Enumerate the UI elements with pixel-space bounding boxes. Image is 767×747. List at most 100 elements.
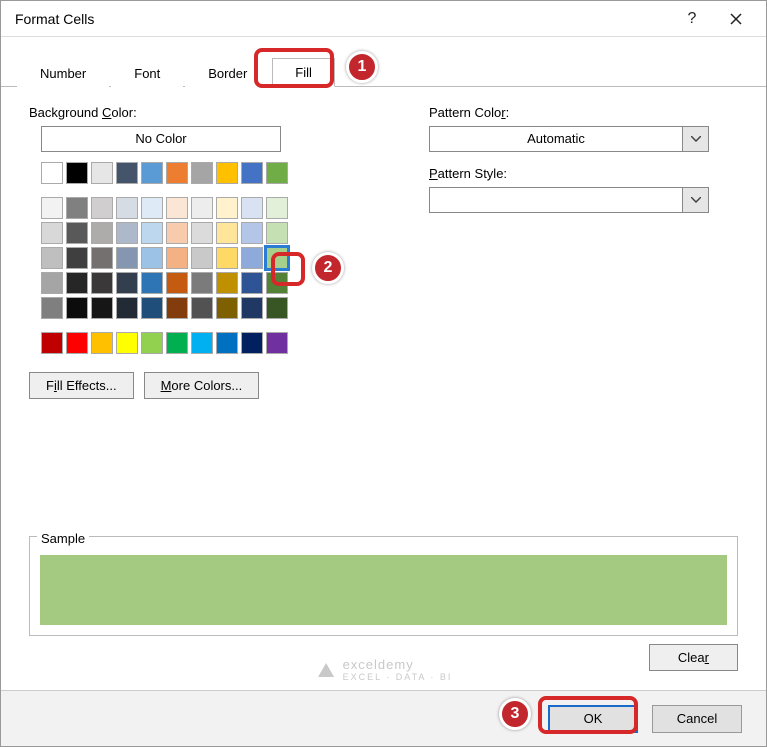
color-swatch[interactable] (266, 197, 288, 219)
pattern-color-dropdown[interactable]: Automatic (429, 126, 709, 152)
color-swatch[interactable] (166, 222, 188, 244)
sample-label: Sample (37, 531, 89, 546)
color-swatch[interactable] (141, 332, 163, 354)
pattern-style-dropdown[interactable] (429, 187, 709, 213)
left-column: Background Color: No Color Fill Effects.… (29, 105, 389, 399)
content-area: Background Color: No Color Fill Effects.… (1, 87, 766, 399)
color-swatch[interactable] (216, 332, 238, 354)
color-swatch[interactable] (241, 332, 263, 354)
chevron-down-icon (683, 187, 709, 213)
color-swatch[interactable] (166, 272, 188, 294)
color-swatch[interactable] (116, 162, 138, 184)
color-swatch[interactable] (116, 332, 138, 354)
ok-button[interactable]: OK (548, 705, 638, 733)
watermark-subtext: EXCEL · DATA · BI (343, 672, 453, 682)
color-swatch[interactable] (116, 247, 138, 269)
color-swatch[interactable] (66, 247, 88, 269)
help-button[interactable]: ? (670, 5, 714, 33)
more-colors-button[interactable]: More Colors... (144, 372, 260, 399)
color-swatch[interactable] (241, 272, 263, 294)
color-swatch[interactable] (91, 247, 113, 269)
color-swatch[interactable] (41, 297, 63, 319)
color-swatch[interactable] (191, 332, 213, 354)
color-swatch[interactable] (266, 222, 288, 244)
color-swatch[interactable] (216, 272, 238, 294)
tab-font[interactable]: Font (111, 59, 183, 87)
color-swatch[interactable] (141, 162, 163, 184)
right-column: Pattern Color: Automatic Pattern Style: (429, 105, 738, 399)
color-swatch[interactable] (91, 332, 113, 354)
color-swatch[interactable] (166, 197, 188, 219)
color-swatch[interactable] (91, 197, 113, 219)
color-swatch[interactable] (216, 222, 238, 244)
tab-border[interactable]: Border (185, 59, 270, 87)
color-swatch[interactable] (241, 247, 263, 269)
color-swatch[interactable] (241, 222, 263, 244)
no-color-button[interactable]: No Color (41, 126, 281, 152)
color-swatch[interactable] (191, 297, 213, 319)
color-swatch[interactable] (216, 162, 238, 184)
color-swatch[interactable] (166, 247, 188, 269)
tab-strip: Number Font Border Fill (1, 37, 766, 87)
dialog-footer: OK Cancel (1, 690, 766, 746)
color-swatch[interactable] (241, 162, 263, 184)
color-swatch[interactable] (166, 162, 188, 184)
color-swatch[interactable] (166, 332, 188, 354)
color-swatch[interactable] (241, 297, 263, 319)
color-swatch[interactable] (191, 197, 213, 219)
color-swatch[interactable] (216, 197, 238, 219)
color-swatch[interactable] (91, 222, 113, 244)
chevron-down-icon (683, 126, 709, 152)
bg-color-label: Background Color: (29, 105, 389, 120)
clear-button[interactable]: Clear (649, 644, 738, 671)
cancel-button[interactable]: Cancel (652, 705, 742, 733)
color-swatch[interactable] (91, 272, 113, 294)
sample-fill (40, 555, 727, 625)
color-swatch[interactable] (141, 272, 163, 294)
color-swatch[interactable] (66, 297, 88, 319)
color-swatch[interactable] (141, 297, 163, 319)
color-swatch[interactable] (191, 247, 213, 269)
color-swatch[interactable] (41, 332, 63, 354)
color-swatch[interactable] (116, 297, 138, 319)
annotation-badge-3: 3 (499, 698, 531, 730)
color-swatch[interactable] (41, 222, 63, 244)
color-swatch[interactable] (166, 297, 188, 319)
tab-fill[interactable]: Fill (272, 58, 335, 87)
fill-effects-button[interactable]: Fill Effects... (29, 372, 134, 399)
color-swatch[interactable] (116, 222, 138, 244)
close-button[interactable] (714, 5, 758, 33)
color-swatch[interactable] (266, 247, 288, 269)
color-swatch[interactable] (216, 247, 238, 269)
color-swatch[interactable] (266, 332, 288, 354)
color-swatch[interactable] (191, 272, 213, 294)
color-swatch[interactable] (266, 162, 288, 184)
color-swatch[interactable] (116, 272, 138, 294)
color-swatch[interactable] (41, 247, 63, 269)
sample-area: Sample Clear (29, 521, 738, 665)
color-swatch[interactable] (266, 272, 288, 294)
color-swatch[interactable] (66, 272, 88, 294)
color-swatch[interactable] (66, 332, 88, 354)
color-swatch[interactable] (116, 197, 138, 219)
sample-box (29, 536, 738, 636)
color-swatch[interactable] (266, 297, 288, 319)
color-swatch[interactable] (41, 162, 63, 184)
color-swatch[interactable] (91, 162, 113, 184)
pattern-color-value: Automatic (429, 126, 683, 152)
close-icon (730, 13, 742, 25)
color-swatch[interactable] (91, 297, 113, 319)
color-swatch[interactable] (66, 197, 88, 219)
color-swatch[interactable] (191, 162, 213, 184)
color-swatch[interactable] (191, 222, 213, 244)
color-swatch[interactable] (141, 197, 163, 219)
color-swatch[interactable] (241, 197, 263, 219)
color-swatch[interactable] (216, 297, 238, 319)
color-swatch[interactable] (66, 222, 88, 244)
color-swatch[interactable] (41, 197, 63, 219)
tab-number[interactable]: Number (17, 59, 109, 87)
color-swatch[interactable] (141, 247, 163, 269)
color-swatch[interactable] (66, 162, 88, 184)
color-swatch[interactable] (41, 272, 63, 294)
color-swatch[interactable] (141, 222, 163, 244)
